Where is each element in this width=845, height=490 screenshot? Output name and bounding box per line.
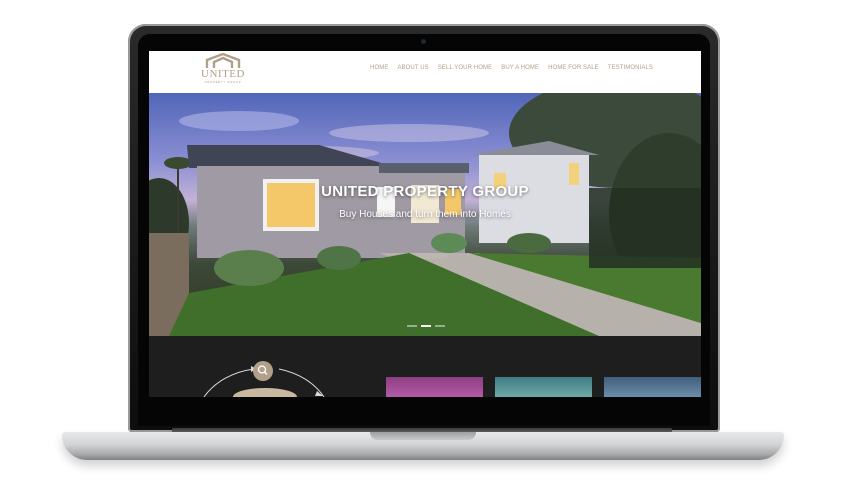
site-header: UNITED PROPERTY GROUP HOME ABOUT US SELL… [149,51,701,93]
nav-about-us[interactable]: ABOUT US [397,65,428,71]
hero-subtitle: Buy Houses and turn them into Homes [339,209,511,220]
laptop-screen: UNITED PROPERTY GROUP HOME ABOUT US SELL… [149,51,701,397]
nav-home[interactable]: HOME [370,65,388,71]
features-section [149,336,701,397]
slider-dot-1[interactable] [407,325,417,327]
logo[interactable]: UNITED PROPERTY GROUP [197,53,249,91]
hero-slider: UNITED PROPERTY GROUP Buy Houses and tur… [149,93,701,336]
nav-home-for-sale[interactable]: HOME FOR SALE [548,65,599,71]
laptop-base-notch [370,432,476,440]
camera-icon [421,39,426,44]
nav-buy-a-home[interactable]: BUY A HOME [501,65,539,71]
house-logo-icon [205,53,241,68]
nav-sell-your-home[interactable]: SELL YOUR HOME [438,65,492,71]
listing-thumbnail[interactable] [604,377,701,397]
hero-title: UNITED PROPERTY GROUP [321,183,529,200]
laptop-mockup: UNITED PROPERTY GROUP HOME ABOUT US SELL… [0,0,845,490]
logo-name: UNITED [201,68,245,80]
logo-tagline: PROPERTY GROUP [204,80,242,84]
nav-testimonials[interactable]: TESTIMONIALS [608,65,653,71]
listing-thumbnail[interactable] [495,377,592,397]
main-nav: HOME ABOUT US SELL YOUR HOME BUY A HOME … [370,65,653,71]
listing-thumbnail[interactable] [386,377,483,397]
slider-dot-2[interactable] [421,325,431,327]
slider-dots [407,325,445,327]
search-icon [253,361,273,381]
slider-dot-3[interactable] [435,325,445,327]
